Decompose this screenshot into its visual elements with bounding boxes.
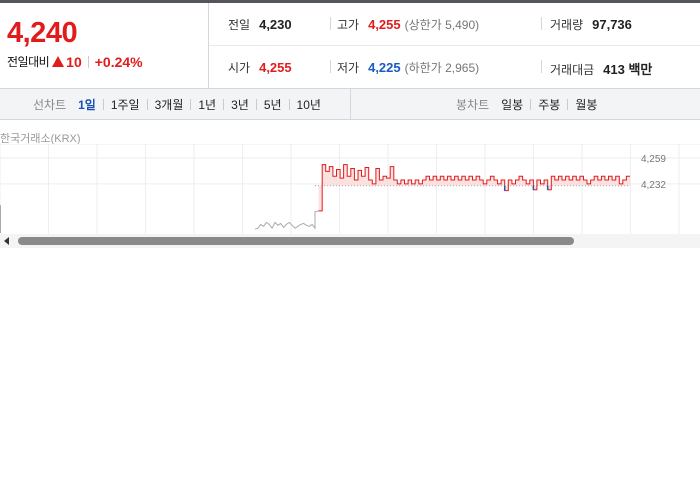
candle-chart-heading: 봉차트 (456, 97, 490, 112)
tab-3-years[interactable]: 3년 (229, 96, 251, 113)
open: 시가 4,255 (228, 59, 292, 76)
low-value: 4,225 (368, 60, 401, 75)
trade-value-label: 거래대금 (550, 63, 595, 77)
tab-daily-candle[interactable]: 일봉 (499, 96, 525, 113)
divider (530, 98, 532, 110)
open-label: 시가 (228, 61, 251, 75)
divider (541, 60, 542, 73)
high-label: 고가 (337, 18, 360, 32)
row-divider (209, 45, 700, 46)
chart-tab-bar: 선차트 1일 1주일 3개월 1년 3년 5년 10년 봉차트 일봉 주봉 월봉 (0, 89, 700, 120)
chart-grid (0, 144, 700, 234)
tab-group-divider (350, 89, 351, 119)
low: 저가 4,225 (하한가 2,965) (337, 59, 479, 76)
open-value: 4,255 (259, 60, 292, 75)
intraday-price-chart[interactable]: 4,259 4,232 (0, 144, 700, 234)
trade-value: 거래대금 413 백만 (550, 59, 652, 78)
change-percent: +0.24% (94, 53, 143, 70)
volume: 거래량 97,736 (550, 16, 632, 33)
prev-close-value: 4,230 (259, 17, 292, 32)
y-tick-label: 4,259 (641, 154, 666, 165)
tab-10-years[interactable]: 10년 (295, 96, 323, 113)
y-tick-label: 4,232 (641, 180, 666, 191)
divider (146, 98, 148, 110)
chart-plot (0, 164, 630, 233)
price-line (318, 164, 630, 212)
tab-monthly-candle[interactable]: 월봉 (573, 96, 599, 113)
upper-limit: (상한가 5,490) (404, 18, 480, 32)
tab-weekly-candle[interactable]: 주봉 (536, 96, 562, 113)
tab-1-year[interactable]: 1년 (196, 96, 218, 113)
scrollbar-thumb[interactable] (18, 237, 574, 245)
arrow-left-icon[interactable] (4, 237, 9, 245)
high: 고가 4,255 (상한가 5,490) (337, 16, 479, 33)
divider (541, 17, 542, 30)
tab-1-day[interactable]: 1일 (76, 96, 98, 113)
prev-close: 전일 4,230 (228, 16, 292, 33)
tab-5-years[interactable]: 5년 (262, 96, 284, 113)
current-price: 4,240 (7, 17, 78, 49)
divider (255, 98, 257, 110)
change-label: 전일대비 (7, 55, 50, 69)
divider (223, 98, 225, 110)
prev-close-label: 전일 (228, 18, 251, 32)
volume-label: 거래량 (550, 18, 584, 32)
candle-chart-tabs: 봉차트 일봉 주봉 월봉 (456, 89, 599, 119)
divider (102, 98, 104, 110)
chart-scrollbar[interactable] (0, 234, 700, 248)
price-box: 4,240 전일대비 10 +0.24% (0, 3, 209, 88)
pre-market-line (254, 210, 319, 230)
tab-1-week[interactable]: 1주일 (109, 96, 142, 113)
line-chart-tabs: 선차트 1일 1주일 3개월 1년 3년 5년 10년 (33, 89, 323, 119)
high-value: 4,255 (368, 17, 401, 32)
triangle-up-icon (52, 56, 65, 67)
lower-limit: (하한가 2,965) (404, 61, 480, 75)
divider (190, 98, 192, 110)
divider (87, 55, 89, 68)
trade-value-amount: 413 백만 (603, 62, 653, 77)
price-change: 전일대비 10 +0.24% (7, 53, 143, 70)
divider (330, 60, 331, 73)
divider (567, 98, 569, 110)
low-label: 저가 (337, 61, 360, 75)
tab-3-months[interactable]: 3개월 (153, 96, 186, 113)
divider (330, 17, 331, 30)
quote-panel: 4,240 전일대비 10 +0.24% 전일 4,230 고가 4,255 (… (0, 3, 700, 89)
volume-value: 97,736 (592, 17, 632, 32)
divider (288, 98, 290, 110)
line-chart-heading: 선차트 (33, 97, 67, 112)
change-value: 10 (66, 53, 82, 70)
y-axis: 4,259 4,232 (641, 154, 666, 191)
